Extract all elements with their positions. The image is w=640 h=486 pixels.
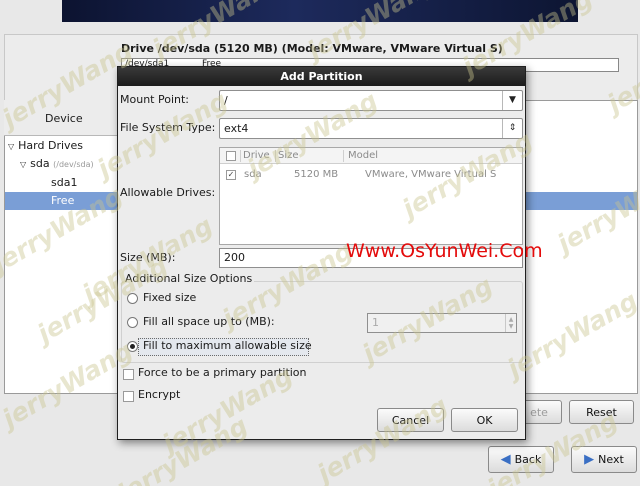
drive-column-header[interactable]: Drive	[243, 148, 270, 164]
fill-up-to-radio[interactable]	[127, 317, 138, 328]
drive-cell: sda	[244, 169, 262, 180]
fixed-size-radio[interactable]	[127, 293, 138, 304]
fill-up-to-spinner[interactable]: 1 ▲ ▼	[367, 313, 517, 333]
size-column-header[interactable]: Size	[278, 148, 299, 164]
tree-item-free[interactable]: Free	[51, 192, 74, 209]
tree-item-sda1[interactable]: sda1	[51, 174, 77, 191]
updown-icon[interactable]: ⇕	[502, 119, 522, 138]
next-arrow-icon: ▶	[584, 452, 595, 467]
size-options-title: Additional Size Options	[123, 272, 255, 285]
force-primary-checkbox[interactable]	[123, 369, 134, 380]
size-cell: 5120 MB	[294, 169, 339, 180]
fill-max-label[interactable]: Fill to maximum allowable size	[143, 339, 312, 352]
expander-down-icon[interactable]: ▽	[8, 142, 14, 151]
reset-button[interactable]: Reset	[569, 400, 634, 424]
tree-label-free: Free	[51, 194, 75, 207]
drive-checkbox[interactable]: ✓	[226, 170, 236, 180]
site-watermark: Www.OsYunWei.Com	[346, 240, 543, 262]
spinner-arrows-icon[interactable]: ▲ ▼	[505, 314, 516, 332]
chevron-down-icon[interactable]: ▼	[502, 91, 522, 110]
tree-label-sda: sda	[30, 157, 50, 170]
tree-label-hard-drives: Hard Drives	[18, 139, 84, 152]
mount-point-combo[interactable]: / ▼	[219, 90, 523, 111]
back-button[interactable]: ◀ Back	[488, 446, 554, 473]
next-label: Next	[598, 453, 624, 466]
fill-up-to-value: 1	[372, 316, 379, 329]
size-label: Size (MB):	[120, 251, 176, 264]
back-label: Back	[514, 453, 542, 466]
header-separator	[343, 150, 344, 162]
tree-label-sda1: sda1	[51, 176, 78, 189]
cancel-button[interactable]: Cancel	[377, 408, 444, 432]
tree-label-sda-path: (/dev/sda)	[53, 160, 94, 169]
fs-type-select[interactable]: ext4 ⇕	[219, 118, 523, 139]
allowable-drives-label: Allowable Drives:	[120, 186, 216, 199]
mount-point-label: Mount Point:	[120, 93, 189, 106]
encrypt-label[interactable]: Encrypt	[138, 388, 180, 401]
next-button[interactable]: ▶ Next	[571, 446, 637, 473]
drive-title: Drive /dev/sda (5120 MB) (Model: VMware,…	[121, 42, 503, 55]
device-column-label: Device	[45, 112, 83, 125]
installer-banner	[62, 0, 578, 22]
mount-point-value: /	[224, 94, 228, 107]
drives-table-header: Drive Size Model	[220, 148, 522, 164]
ok-button[interactable]: OK	[451, 408, 518, 432]
force-primary-label[interactable]: Force to be a primary partition	[138, 366, 307, 379]
expander-down-icon[interactable]: ▽	[20, 160, 26, 169]
allowable-drives-table: Drive Size Model ✓ sda 5120 MB VMware, V…	[219, 147, 523, 245]
fill-up-to-label[interactable]: Fill all space up to (MB):	[143, 315, 275, 328]
model-column-header[interactable]: Model	[348, 148, 378, 164]
fs-type-label: File System Type:	[120, 121, 216, 134]
fill-max-radio[interactable]	[127, 341, 138, 352]
fs-type-value: ext4	[224, 122, 249, 135]
tree-item-sda[interactable]: ▽ sda (/dev/sda)	[20, 155, 94, 172]
fixed-size-label[interactable]: Fixed size	[143, 291, 196, 304]
model-cell: VMware, VMware Virtual S	[365, 169, 497, 180]
encrypt-checkbox[interactable]	[123, 391, 134, 402]
header-separator	[240, 150, 241, 162]
header-checkbox[interactable]	[226, 151, 236, 161]
dialog-title: Add Partition	[118, 67, 525, 86]
header-separator	[275, 150, 276, 162]
tree-item-hard-drives[interactable]: ▽ Hard Drives	[8, 137, 83, 154]
back-arrow-icon: ◀	[500, 452, 511, 467]
